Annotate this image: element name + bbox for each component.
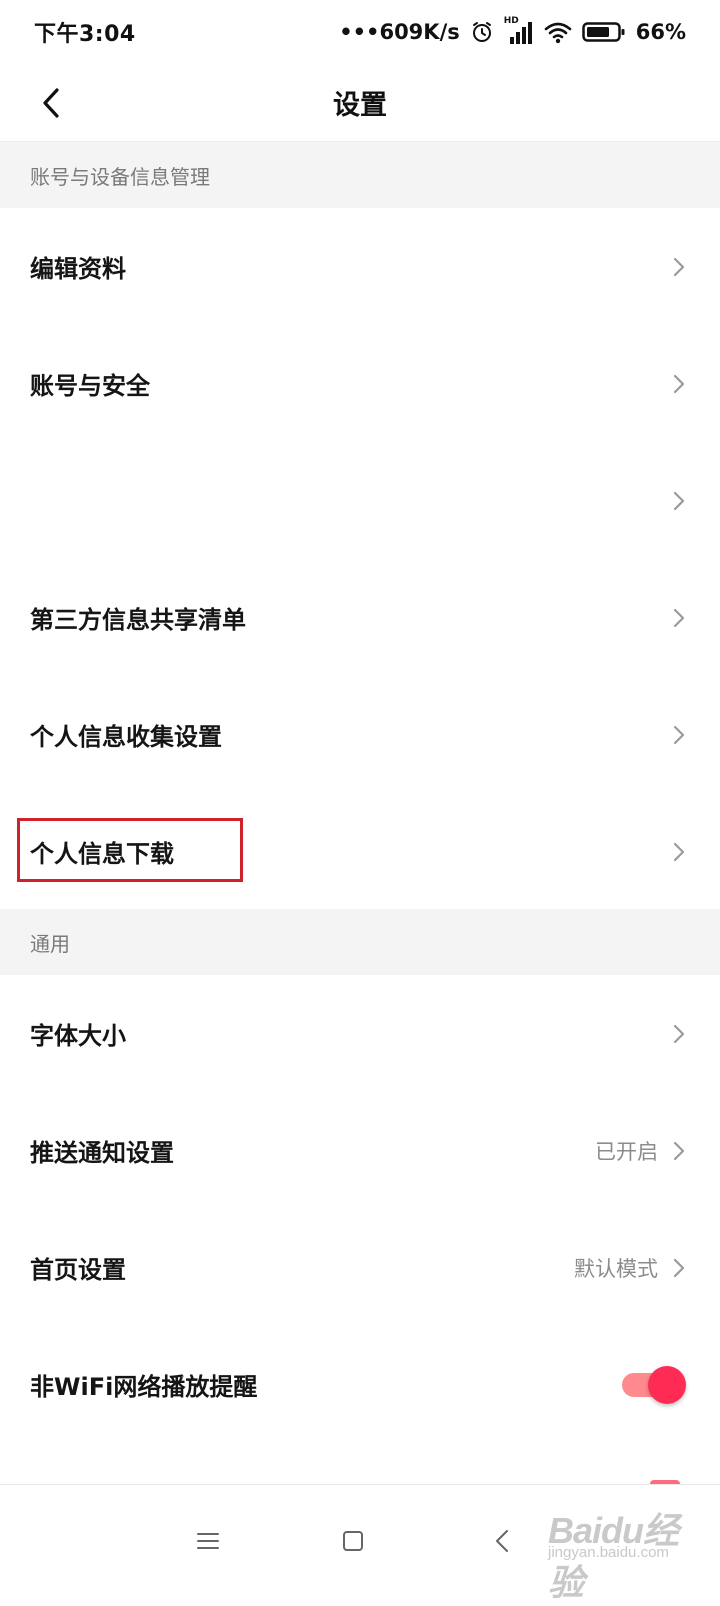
network-speed: •••609K/s: [339, 20, 460, 44]
row-label: 第三方信息共享清单: [30, 606, 246, 634]
row-label: 编辑资料: [30, 255, 126, 283]
chevron-right-icon: [673, 1024, 685, 1043]
wifi-icon: [544, 22, 572, 44]
chevron-right-icon: [673, 608, 685, 627]
chevron-right-icon: [673, 257, 685, 276]
status-bar: 下午3:04 •••609K/s HD 66%: [0, 0, 720, 64]
chevron-right-icon: [673, 1258, 685, 1277]
row-push-notifications[interactable]: 推送通知设置 已开启: [0, 1092, 720, 1209]
row-value: 已开启: [595, 1139, 658, 1164]
chevron-right-icon: [673, 1141, 685, 1160]
signal-icon: [509, 22, 532, 44]
row-label: 首页设置: [30, 1256, 126, 1284]
row-personal-info-collection[interactable]: 个人信息收集设置: [0, 676, 720, 793]
watermark: Baidu经验 jingyan.baidu.com: [548, 1500, 698, 1603]
row-third-party-sharing[interactable]: 第三方信息共享清单: [0, 559, 720, 676]
chevron-right-icon: [673, 374, 685, 393]
chevron-right-icon: [673, 725, 685, 744]
chevron-right-icon: [673, 842, 685, 861]
status-icons: •••609K/s HD 66%: [339, 16, 686, 45]
home-button[interactable]: [323, 1511, 383, 1571]
header: 设置: [0, 64, 720, 142]
row-account-security[interactable]: 账号与安全: [0, 325, 720, 442]
page-title: 设置: [333, 90, 387, 121]
chevron-right-icon: [673, 491, 685, 510]
row-label: 字体大小: [30, 1022, 126, 1050]
home-square-icon: [343, 1531, 363, 1551]
menu-icon: [197, 1533, 219, 1549]
row-label: 非WiFi网络播放提醒: [30, 1373, 258, 1401]
toggle-knob: [648, 1365, 686, 1404]
non-wifi-toggle[interactable]: [620, 1365, 686, 1404]
row-home-settings[interactable]: 首页设置 默认模式: [0, 1209, 720, 1326]
section-header-account: 账号与设备信息管理: [0, 142, 720, 208]
row-font-size[interactable]: 字体大小: [0, 975, 720, 1092]
row-label: 推送通知设置: [30, 1139, 174, 1167]
battery-icon: [581, 22, 625, 42]
row-value: 默认模式: [574, 1256, 658, 1281]
row-label: 个人信息收集设置: [30, 723, 222, 751]
row-non-wifi-reminder: 非WiFi网络播放提醒: [0, 1326, 720, 1443]
menu-button[interactable]: [178, 1511, 238, 1571]
back-button[interactable]: [24, 76, 78, 130]
status-time: 下午3:04: [34, 22, 136, 47]
back-triangle-icon: [496, 1530, 508, 1552]
row-blank[interactable]: [0, 442, 720, 559]
watermark-sub: jingyan.baidu.com: [548, 1544, 669, 1561]
section-header-general: 通用: [0, 909, 720, 975]
row-label: 账号与安全: [30, 372, 150, 400]
alarm-icon: [472, 22, 491, 42]
chevron-left-icon: [43, 88, 59, 118]
row-edit-profile[interactable]: 编辑资料: [0, 208, 720, 325]
system-back-button[interactable]: [472, 1511, 532, 1571]
battery-percent: 66%: [635, 20, 686, 44]
highlight-box: [17, 818, 243, 882]
